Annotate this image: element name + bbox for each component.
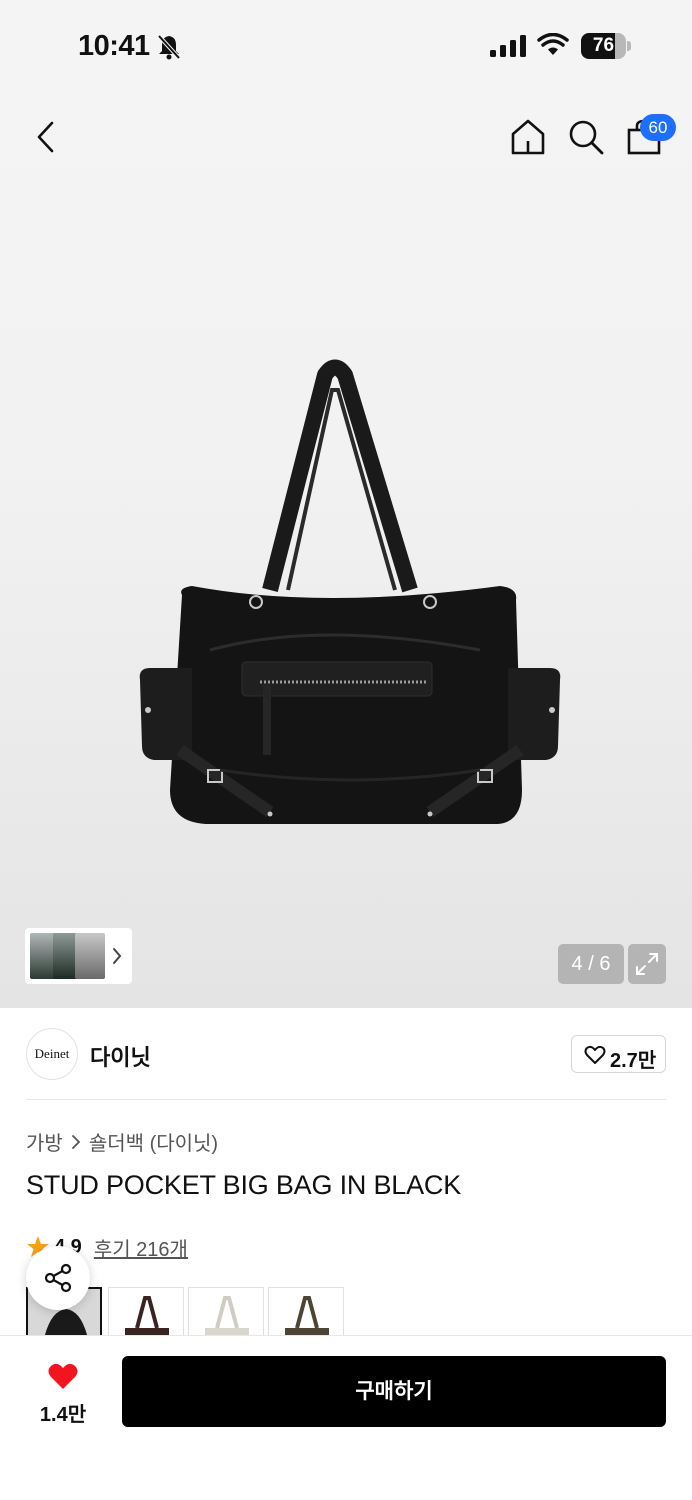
swatch-brown[interactable] [108, 1287, 184, 1335]
wifi-icon [537, 33, 569, 55]
heart-outline-icon [584, 1045, 606, 1064]
brand-logo[interactable]: Deinet [26, 1028, 78, 1080]
cart-count-badge: 60 [640, 114, 676, 141]
swatch-khaki[interactable] [268, 1287, 344, 1335]
swatch-ivory[interactable] [188, 1287, 264, 1335]
chevron-right-icon [113, 948, 122, 964]
swatch-thumbnail [205, 1296, 249, 1335]
share-icon [44, 1263, 72, 1293]
breadcrumb: 가방 숄더백 (다이닛) [26, 1127, 218, 1156]
buy-button[interactable]: 구매하기 [122, 1356, 666, 1427]
cellular-signal-icon [490, 35, 526, 57]
divider [26, 1099, 666, 1100]
bottom-action-bar: 1.4만 구매하기 [0, 1335, 692, 1500]
product-photo [139, 359, 561, 824]
breadcrumb-item[interactable]: 숄더백 (다이닛) [89, 1127, 218, 1156]
battery-indicator: 76 [581, 33, 631, 59]
gallery-thumbnail-button[interactable] [25, 928, 132, 984]
expand-icon [636, 953, 658, 975]
swatch-thumbnail [125, 1296, 169, 1335]
bell-muted-icon [157, 34, 181, 60]
reviews-link[interactable]: 후기 216개 [94, 1233, 188, 1262]
brand-like-count: 2.7만 [610, 1050, 657, 1072]
home-icon[interactable] [508, 117, 548, 157]
share-button[interactable] [26, 1246, 90, 1310]
wishlist-count: 1.4만 [39, 1404, 87, 1426]
battery-percent: 76 [592, 35, 615, 56]
wishlist-button[interactable]: 1.4만 [30, 1356, 96, 1426]
brand-name[interactable]: 다이닛 [90, 1040, 151, 1072]
gallery-page-indicator: 4 / 6 [558, 944, 624, 984]
chevron-right-icon [71, 1134, 81, 1149]
thumbnail-image [75, 933, 105, 979]
brand-like-button[interactable]: 2.7만 [571, 1035, 666, 1073]
swatch-thumbnail [285, 1296, 329, 1335]
status-time: 10:41 [78, 30, 150, 62]
expand-button[interactable] [628, 944, 666, 984]
product-title: STUD POCKET BIG BAG IN BLACK [26, 1170, 462, 1200]
heart-filled-icon [48, 1363, 78, 1389]
breadcrumb-item[interactable]: 가방 [26, 1127, 63, 1156]
color-swatches [26, 1287, 666, 1335]
back-icon[interactable] [30, 118, 64, 156]
brand-row[interactable]: Deinet 다이닛 2.7만 [0, 1008, 692, 1100]
status-bar: 10:41 76 [0, 0, 692, 94]
search-icon[interactable] [566, 117, 606, 157]
